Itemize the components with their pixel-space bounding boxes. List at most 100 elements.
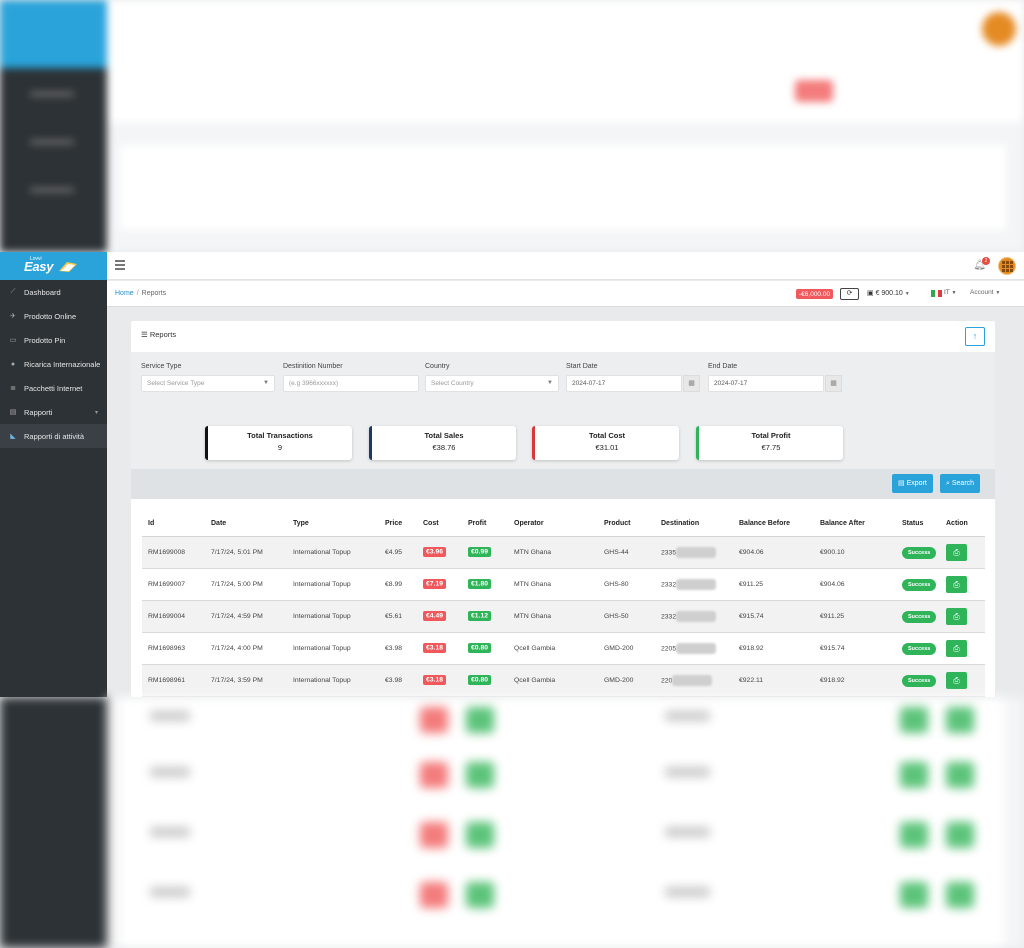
- breadcrumb: Home / Reports: [115, 290, 166, 297]
- print-button[interactable]: ⎙: [946, 671, 967, 689]
- status-badge: Success: [902, 578, 937, 591]
- cell-status: Success: [896, 600, 940, 633]
- table-header-row: Id Date Type Price Cost Profit Operator …: [142, 511, 985, 537]
- search-button[interactable]: ⌕ Search: [940, 474, 981, 493]
- avatar[interactable]: [998, 257, 1016, 275]
- export-button[interactable]: ▤ Export: [892, 474, 933, 493]
- print-button[interactable]: ⎙: [946, 607, 967, 625]
- sidebar-item-pacchetti-internet[interactable]: ≣ Pacchetti Internet: [0, 376, 107, 400]
- service-type-select[interactable]: Select Service Type ▼: [141, 375, 275, 392]
- sidebar: Lovvi Easy ⟋ Dashboard ✈ Prodotto Online…: [0, 252, 107, 697]
- col-header-profit[interactable]: Profit: [462, 511, 508, 537]
- cell-balance-before: €918.92: [733, 632, 814, 665]
- end-date-input[interactable]: 2024-07-17 ▦: [708, 375, 842, 392]
- cell-product: GMD-200: [598, 632, 655, 665]
- cost-badge: €4.49: [423, 611, 447, 621]
- cell-id: RM1699004: [142, 600, 205, 633]
- col-header-price[interactable]: Price: [379, 511, 417, 537]
- globe-icon: ●: [10, 360, 16, 368]
- cell-balance-before: €915.74: [733, 600, 814, 633]
- cell-operator: MTN Ghana: [508, 600, 598, 633]
- breadcrumb-home-link[interactable]: Home: [115, 290, 134, 297]
- destination-input[interactable]: (e.g 3966xxxxxx): [283, 375, 419, 392]
- menu-toggle-icon[interactable]: [115, 260, 125, 270]
- col-header-type[interactable]: Type: [287, 511, 379, 537]
- cell-status: Success: [896, 664, 940, 697]
- sidebar-item-ricarica-internazionale[interactable]: ● Ricarica Internazionale: [0, 352, 107, 376]
- cell-product: GHS-44: [598, 536, 655, 569]
- cell-profit: €1.12: [462, 600, 508, 633]
- reports-card: ☰ Reports ↑ Service Type Select Service …: [131, 321, 995, 697]
- country-select[interactable]: Select Country ▼: [425, 375, 559, 392]
- arrow-up-icon: ↑: [972, 331, 978, 341]
- col-header-balance-before[interactable]: Balance Before: [733, 511, 814, 537]
- refresh-balance-button[interactable]: ⟳: [840, 288, 859, 300]
- account-label: Account: [970, 289, 994, 296]
- wallet-balance-dropdown[interactable]: ▣ € 900.10 ▼: [867, 289, 910, 297]
- blurred-background-top: [0, 0, 1024, 252]
- sidebar-item-label: Rapporti: [24, 407, 53, 417]
- stat-label: Total Profit: [751, 431, 791, 440]
- end-date-label: End Date: [708, 363, 738, 370]
- sidebar-item-rapporti-di-attivita[interactable]: ◣ Rapporti di attività: [0, 424, 107, 448]
- print-button[interactable]: ⎙: [946, 575, 967, 593]
- col-header-product[interactable]: Product: [598, 511, 655, 537]
- cell-balance-after: €900.10: [814, 536, 896, 569]
- col-header-status[interactable]: Status: [896, 511, 940, 537]
- caret-down-icon: ▼: [951, 290, 957, 296]
- brand-logo[interactable]: Lovvi Easy: [0, 252, 107, 280]
- cost-badge: €3.18: [423, 675, 447, 685]
- caret-down-icon: ▼: [547, 380, 553, 386]
- table-row: RM1699004 7/17/24, 4:59 PM International…: [142, 600, 985, 633]
- sidebar-item-rapporti[interactable]: ▤ Rapporti ▾: [0, 400, 107, 424]
- cell-product: GHS-80: [598, 568, 655, 601]
- language-dropdown[interactable]: IT ▼: [944, 289, 956, 296]
- destination-prefix: 2335: [661, 548, 677, 556]
- cell-action: ⎙: [940, 536, 985, 569]
- cell-destination: 220: [655, 664, 733, 697]
- sidebar-item-prodotto-online[interactable]: ✈ Prodotto Online: [0, 304, 107, 328]
- print-button[interactable]: ⎙: [946, 639, 967, 657]
- col-header-date[interactable]: Date: [205, 511, 287, 537]
- sidebar-item-dashboard[interactable]: ⟋ Dashboard: [0, 280, 107, 304]
- status-badge: Success: [902, 674, 937, 687]
- sidebar-item-label: Prodotto Online: [24, 311, 77, 321]
- col-header-operator[interactable]: Operator: [508, 511, 598, 537]
- start-date-input[interactable]: 2024-07-17 ▦: [566, 375, 700, 392]
- cell-price: €3.98: [379, 664, 417, 697]
- cell-cost: €3.96: [417, 536, 462, 569]
- stat-label: Total Cost: [588, 431, 626, 440]
- cell-profit: €0.99: [462, 536, 508, 569]
- calendar-icon[interactable]: ▦: [825, 375, 842, 392]
- stat-total-profit: Total Profit €7.75: [696, 426, 843, 460]
- stat-value: €7.75: [761, 443, 781, 452]
- account-dropdown[interactable]: Account ▼: [970, 289, 1000, 296]
- cell-cost: €3.18: [417, 664, 462, 697]
- col-header-balance-after[interactable]: Balance After: [814, 511, 896, 537]
- cell-price: €5.61: [379, 600, 417, 633]
- cell-destination: 2335: [655, 536, 733, 569]
- cell-date: 7/17/24, 4:59 PM: [205, 600, 287, 633]
- card-title: ☰ Reports: [141, 330, 176, 339]
- destination-prefix: 2205: [661, 644, 677, 652]
- credit-limit-badge: -€6,000.00: [796, 289, 834, 299]
- col-header-id[interactable]: Id: [142, 511, 205, 537]
- col-header-cost[interactable]: Cost: [417, 511, 462, 537]
- list-icon: ☰: [141, 330, 150, 339]
- cell-action: ⎙: [940, 664, 985, 697]
- sidebar-item-prodotto-pin[interactable]: ▭ Prodotto Pin: [0, 328, 107, 352]
- cell-cost: €7.19: [417, 568, 462, 601]
- print-button[interactable]: ⎙: [946, 543, 967, 561]
- caret-down-icon: ▼: [263, 380, 269, 386]
- cell-balance-after: €911.25: [814, 600, 896, 633]
- card-title-text: Reports: [149, 330, 177, 339]
- collapse-up-button[interactable]: ↑: [965, 327, 985, 346]
- col-header-destination[interactable]: Destination: [655, 511, 733, 537]
- sidebar-item-label: Ricarica Internazionale: [24, 359, 101, 369]
- export-label: Export: [906, 480, 927, 487]
- start-date-group: Start Date 2024-07-17 ▦: [566, 363, 700, 392]
- cell-cost: €3.18: [417, 632, 462, 665]
- cell-balance-after: €915.74: [814, 632, 896, 665]
- calendar-icon[interactable]: ▦: [683, 375, 700, 392]
- reports-table: Id Date Type Price Cost Profit Operator …: [142, 511, 985, 697]
